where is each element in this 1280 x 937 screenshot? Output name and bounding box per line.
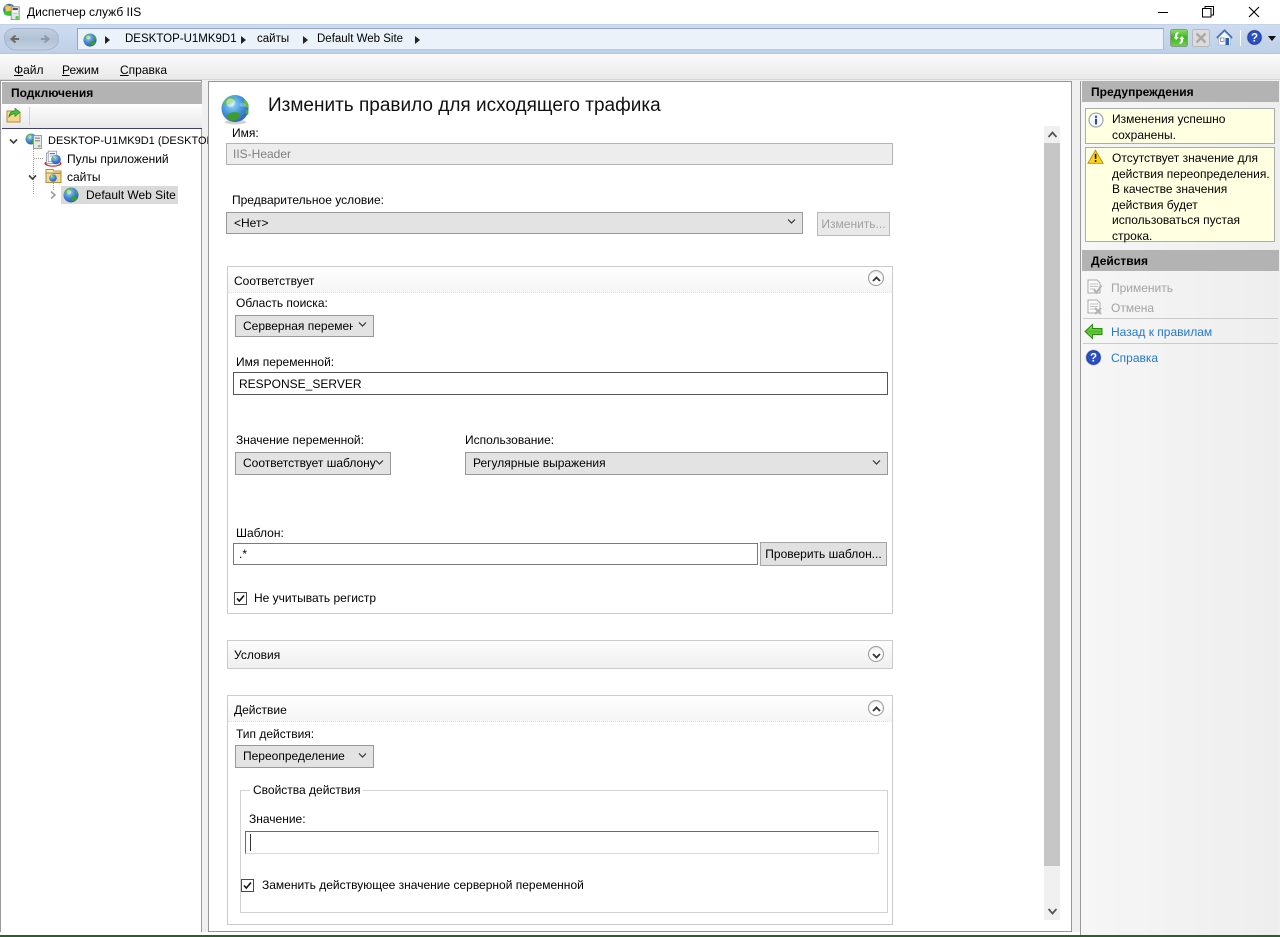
svg-text:?: ?: [1251, 33, 1258, 45]
svg-text:?: ?: [1090, 353, 1097, 365]
